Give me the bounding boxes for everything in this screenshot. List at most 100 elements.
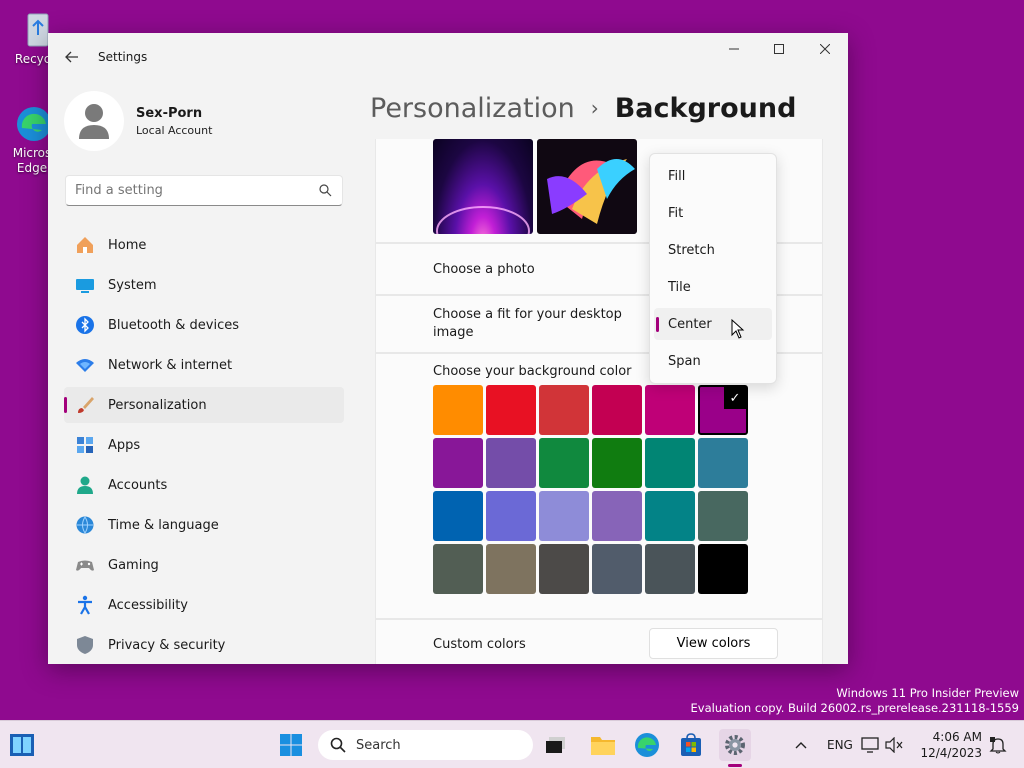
color-swatch[interactable]	[433, 438, 483, 488]
nav-item-label: Accessibility	[108, 597, 188, 613]
fit-option-stretch[interactable]: Stretch	[654, 234, 772, 266]
store-button[interactable]	[675, 729, 707, 761]
avatar[interactable]	[64, 91, 124, 151]
fit-option-center[interactable]: Center	[654, 308, 772, 340]
nav-item-label: System	[108, 277, 157, 293]
color-swatch[interactable]	[592, 438, 642, 488]
globe-icon	[74, 514, 96, 536]
view-colors-button[interactable]: View colors	[649, 628, 778, 659]
nav-item-label: Personalization	[108, 397, 207, 413]
custom-colors-label: Custom colors	[433, 637, 526, 652]
taskbar-search[interactable]: Search	[318, 730, 533, 760]
shield-icon	[74, 634, 96, 656]
start-button[interactable]	[275, 729, 307, 761]
gear-icon	[725, 735, 745, 755]
color-swatch[interactable]	[698, 544, 748, 594]
nav-item-gaming[interactable]: Gaming	[64, 547, 344, 583]
nav-item-apps[interactable]: Apps	[64, 427, 344, 463]
color-swatch[interactable]	[486, 438, 536, 488]
fit-option-span[interactable]: Span	[654, 345, 772, 377]
bluetooth-icon	[74, 314, 96, 336]
clock-date: 12/4/2023	[920, 746, 982, 760]
find-setting-input[interactable]	[66, 176, 306, 205]
color-swatch[interactable]: ✓	[698, 385, 748, 435]
color-swatch[interactable]	[645, 385, 695, 435]
settings-button[interactable]	[719, 729, 751, 761]
show-hidden-icons-button[interactable]	[785, 729, 817, 761]
color-swatch[interactable]	[698, 438, 748, 488]
color-swatch[interactable]	[433, 544, 483, 594]
nav-item-label: Network & internet	[108, 357, 233, 373]
nav-item-accessibility[interactable]: Accessibility	[64, 587, 344, 623]
nav-item-network[interactable]: Network & internet	[64, 347, 344, 383]
network-status-button[interactable]	[860, 729, 880, 761]
nav-item-label: Time & language	[108, 517, 219, 533]
widgets-button[interactable]	[6, 729, 38, 761]
nav-item-system[interactable]: System	[64, 267, 344, 303]
chevron-up-icon	[795, 742, 807, 749]
nav-item-privacy[interactable]: Privacy & security	[64, 627, 344, 663]
color-swatch[interactable]	[645, 491, 695, 541]
minimize-button[interactable]	[711, 33, 757, 65]
color-swatch[interactable]	[433, 491, 483, 541]
fit-option-fill[interactable]: Fill	[654, 160, 772, 192]
color-swatch[interactable]	[539, 544, 589, 594]
nav-item-label: Home	[108, 237, 147, 253]
wallpaper-thumbnail-ribbons[interactable]	[537, 139, 637, 234]
search-icon	[330, 737, 346, 753]
fit-option-fit[interactable]: Fit	[654, 197, 772, 229]
choose-photo-label: Choose a photo	[433, 262, 535, 277]
background-color-label: Choose your background color	[433, 364, 632, 379]
notification-bell-icon	[989, 737, 1007, 754]
color-swatch[interactable]	[486, 491, 536, 541]
color-swatch[interactable]	[539, 491, 589, 541]
nav-item-time-language[interactable]: Time & language	[64, 507, 344, 543]
fit-dropdown-menu: Fill Fit Stretch Tile Center Span	[649, 153, 777, 384]
clock-time: 4:06 AM	[932, 730, 982, 744]
nav-item-bluetooth[interactable]: Bluetooth & devices	[64, 307, 344, 343]
account-name: Sex-Porn	[136, 106, 203, 121]
color-swatch[interactable]	[645, 544, 695, 594]
choose-fit-label: Choose a fit for your desktop image	[433, 307, 622, 340]
brush-icon	[74, 394, 96, 416]
breadcrumb-parent[interactable]: Personalization	[370, 93, 575, 124]
notifications-button[interactable]	[984, 729, 1012, 761]
nav-item-personalization[interactable]: Personalization	[64, 387, 344, 423]
widgets-icon	[10, 734, 34, 756]
task-view-button[interactable]	[540, 729, 572, 761]
nav-item-label: Accounts	[108, 477, 168, 493]
wallpaper-thumbnail-bloom[interactable]	[433, 139, 533, 234]
color-swatch[interactable]	[486, 385, 536, 435]
language-indicator[interactable]: ENG	[827, 738, 853, 752]
system-icon	[74, 274, 96, 296]
edge-button[interactable]	[631, 729, 663, 761]
color-swatch[interactable]	[539, 385, 589, 435]
close-button[interactable]	[802, 33, 848, 65]
nav-item-accounts[interactable]: Accounts	[64, 467, 344, 503]
color-swatch[interactable]	[539, 438, 589, 488]
file-explorer-button[interactable]	[587, 729, 619, 761]
nav-item-home[interactable]: Home	[64, 227, 344, 263]
back-button[interactable]	[60, 45, 84, 69]
title-bar: Settings	[48, 33, 848, 81]
color-swatch[interactable]	[645, 438, 695, 488]
fit-option-tile[interactable]: Tile	[654, 271, 772, 303]
color-swatch[interactable]	[592, 385, 642, 435]
color-swatch[interactable]	[486, 544, 536, 594]
search-icon[interactable]	[319, 184, 332, 197]
color-swatch[interactable]	[592, 491, 642, 541]
breadcrumb: Personalization › Background	[370, 88, 796, 128]
evaluation-watermark: Windows 11 Pro Insider Preview Evaluatio…	[691, 686, 1019, 716]
active-app-indicator	[728, 764, 742, 767]
color-swatch[interactable]	[698, 491, 748, 541]
maximize-button[interactable]	[756, 33, 802, 65]
nav-item-label: Bluetooth & devices	[108, 317, 239, 333]
color-swatch[interactable]	[592, 544, 642, 594]
volume-button[interactable]	[884, 729, 904, 761]
arrow-left-icon	[65, 51, 78, 63]
page-title: Background	[614, 92, 797, 124]
color-swatch[interactable]	[433, 385, 483, 435]
clock[interactable]: 4:06 AM 12/4/2023	[920, 729, 982, 761]
app-title: Settings	[98, 50, 148, 64]
watermark-line2: Evaluation copy. Build 26002.rs_prerelea…	[690, 701, 1019, 715]
